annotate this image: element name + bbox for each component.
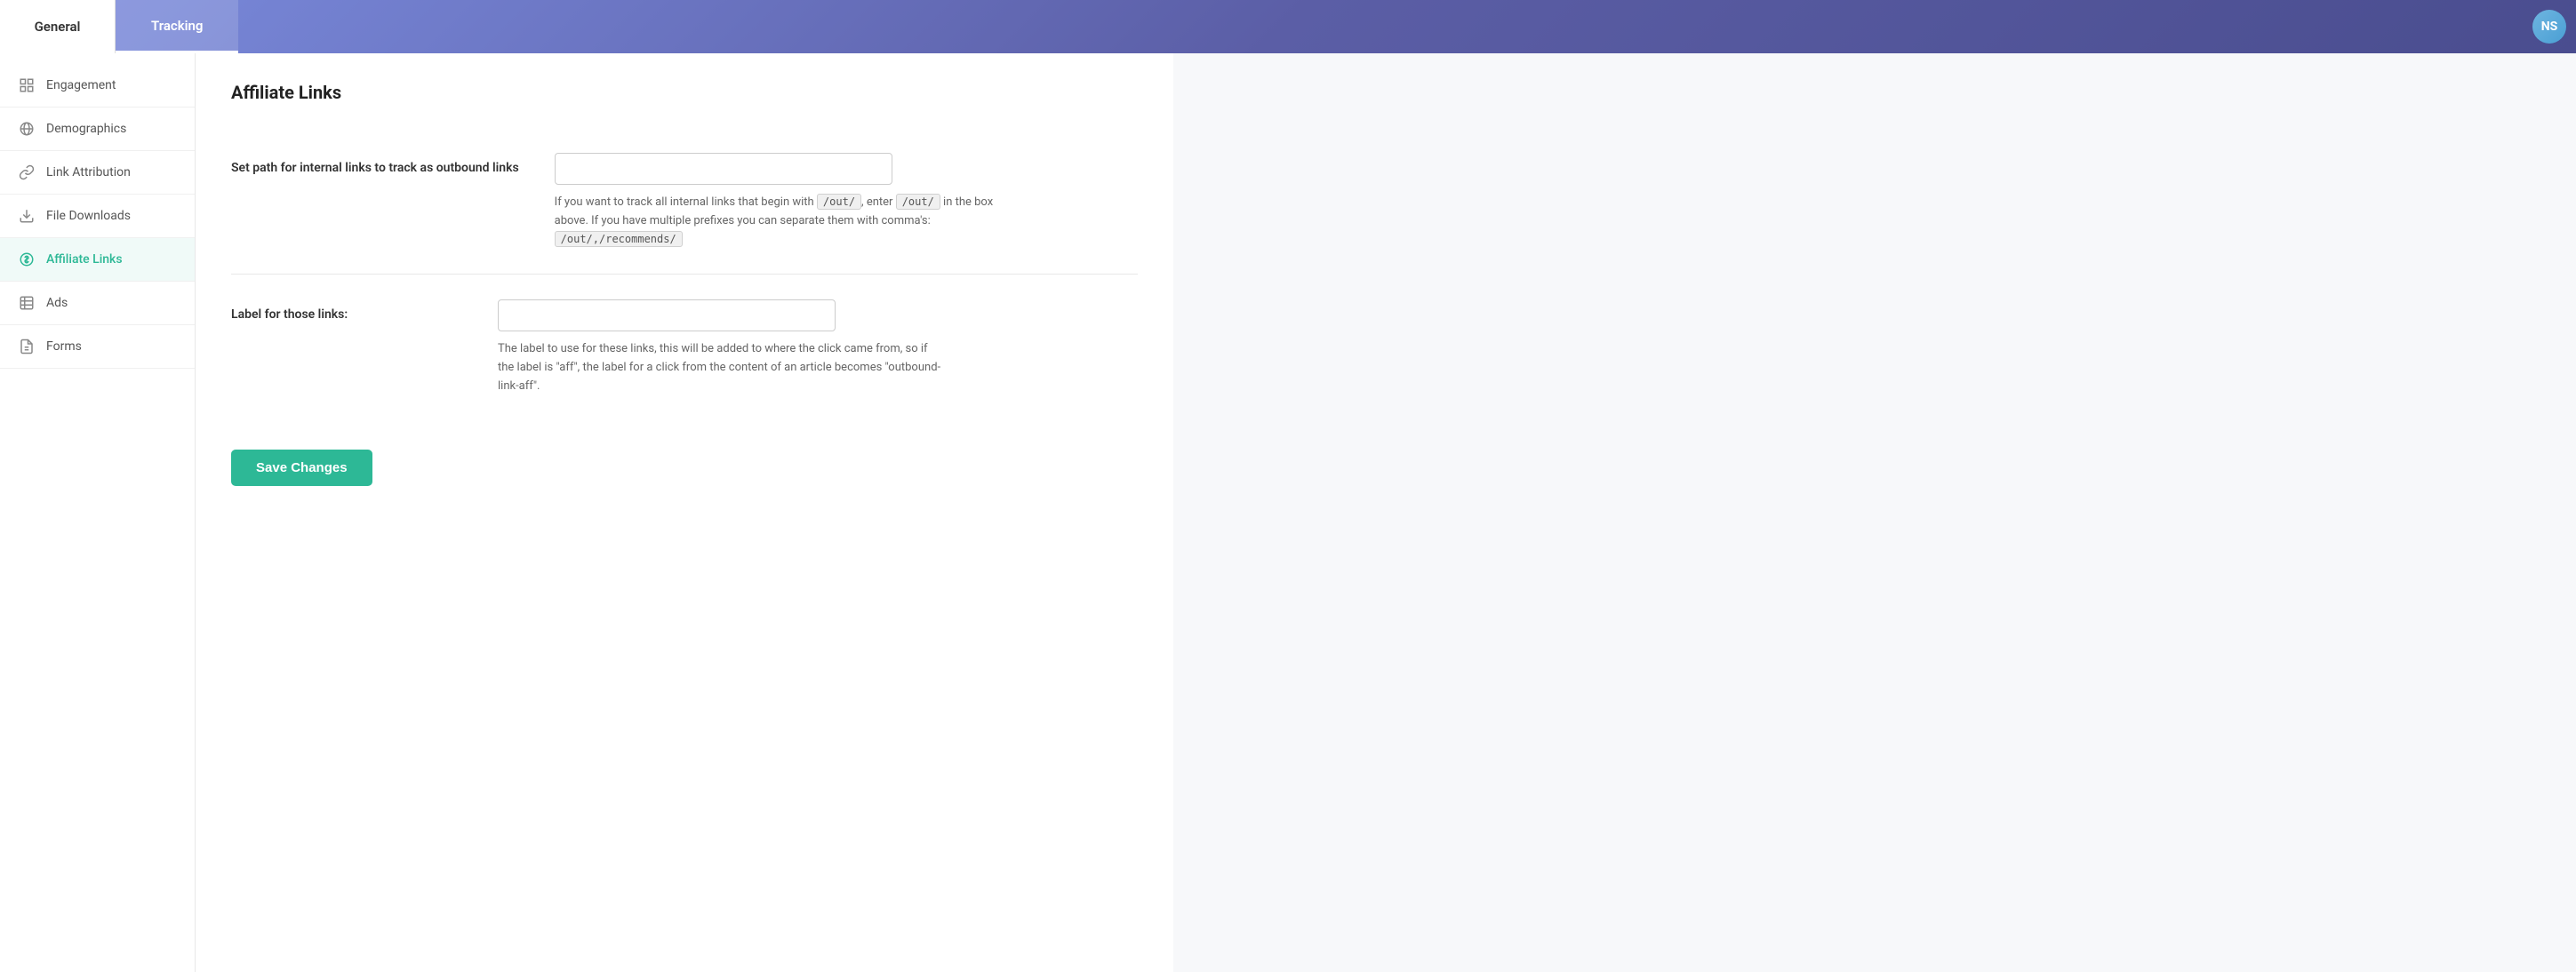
field-wrap-internal-links: If you want to track all internal links … bbox=[555, 153, 999, 249]
forms-icon bbox=[18, 338, 36, 355]
label-label-links: Label for those links: bbox=[231, 299, 462, 324]
sidebar-item-affiliate-links[interactable]: Affiliate Links bbox=[0, 238, 195, 282]
avatar: NS bbox=[2532, 10, 2566, 44]
avatar-initials: NS bbox=[2541, 20, 2558, 34]
sidebar-item-file-downloads[interactable]: File Downloads bbox=[0, 195, 195, 238]
hint-mid: , enter bbox=[861, 195, 896, 209]
tab-tracking-label: Tracking bbox=[151, 18, 203, 34]
hint-code3: /out/,/recommends/ bbox=[555, 231, 683, 247]
field-wrap-label-links: The label to use for these links, this w… bbox=[498, 299, 942, 395]
sidebar: Engagement Demographics Link Attribution bbox=[0, 53, 196, 972]
globe-icon bbox=[18, 120, 36, 138]
sidebar-item-link-attribution[interactable]: Link Attribution bbox=[0, 151, 195, 195]
hint-code1: /out/ bbox=[817, 194, 861, 210]
sidebar-label-file-downloads: File Downloads bbox=[46, 209, 131, 223]
tab-tracking[interactable]: Tracking bbox=[116, 0, 238, 53]
main-content: Affiliate Links Set path for internal li… bbox=[196, 53, 1173, 972]
download-icon bbox=[18, 207, 36, 225]
sidebar-label-ads: Ads bbox=[46, 296, 68, 310]
internal-links-input[interactable] bbox=[555, 153, 892, 185]
label-internal-links: Set path for internal links to track as … bbox=[231, 153, 519, 178]
main-layout: Engagement Demographics Link Attribution bbox=[0, 53, 2576, 972]
form-row-internal-links: Set path for internal links to track as … bbox=[231, 153, 1138, 249]
sidebar-item-demographics[interactable]: Demographics bbox=[0, 108, 195, 151]
hint-text-1: If you want to track all internal links … bbox=[555, 195, 817, 209]
page-title: Affiliate Links bbox=[231, 82, 1138, 103]
label-links-input[interactable] bbox=[498, 299, 836, 331]
ads-icon bbox=[18, 294, 36, 312]
section-label-links: Label for those links: The label to use … bbox=[231, 275, 1138, 420]
form-row-label-links: Label for those links: The label to use … bbox=[231, 299, 1138, 395]
sidebar-item-ads[interactable]: Ads bbox=[0, 282, 195, 325]
sidebar-label-link-attribution: Link Attribution bbox=[46, 165, 131, 179]
top-bar: General Tracking NS bbox=[0, 0, 2576, 53]
hint-label-links: The label to use for these links, this w… bbox=[498, 340, 942, 395]
avatar-area: NS bbox=[2523, 0, 2576, 53]
sidebar-item-engagement[interactable]: Engagement bbox=[0, 64, 195, 108]
sidebar-label-engagement: Engagement bbox=[46, 78, 116, 92]
sidebar-label-demographics: Demographics bbox=[46, 122, 126, 136]
save-changes-button[interactable]: Save Changes bbox=[231, 450, 372, 486]
hint-internal-links: If you want to track all internal links … bbox=[555, 194, 999, 249]
section-internal-links: Set path for internal links to track as … bbox=[231, 128, 1138, 275]
sidebar-item-forms[interactable]: Forms bbox=[0, 325, 195, 369]
chart-icon bbox=[18, 76, 36, 94]
dollar-icon bbox=[18, 251, 36, 268]
tab-general-label: General bbox=[35, 19, 81, 35]
sidebar-label-affiliate-links: Affiliate Links bbox=[46, 252, 123, 267]
hint-code2: /out/ bbox=[896, 194, 940, 210]
tab-general[interactable]: General bbox=[0, 0, 116, 53]
link-icon bbox=[18, 163, 36, 181]
sidebar-label-forms: Forms bbox=[46, 339, 82, 354]
